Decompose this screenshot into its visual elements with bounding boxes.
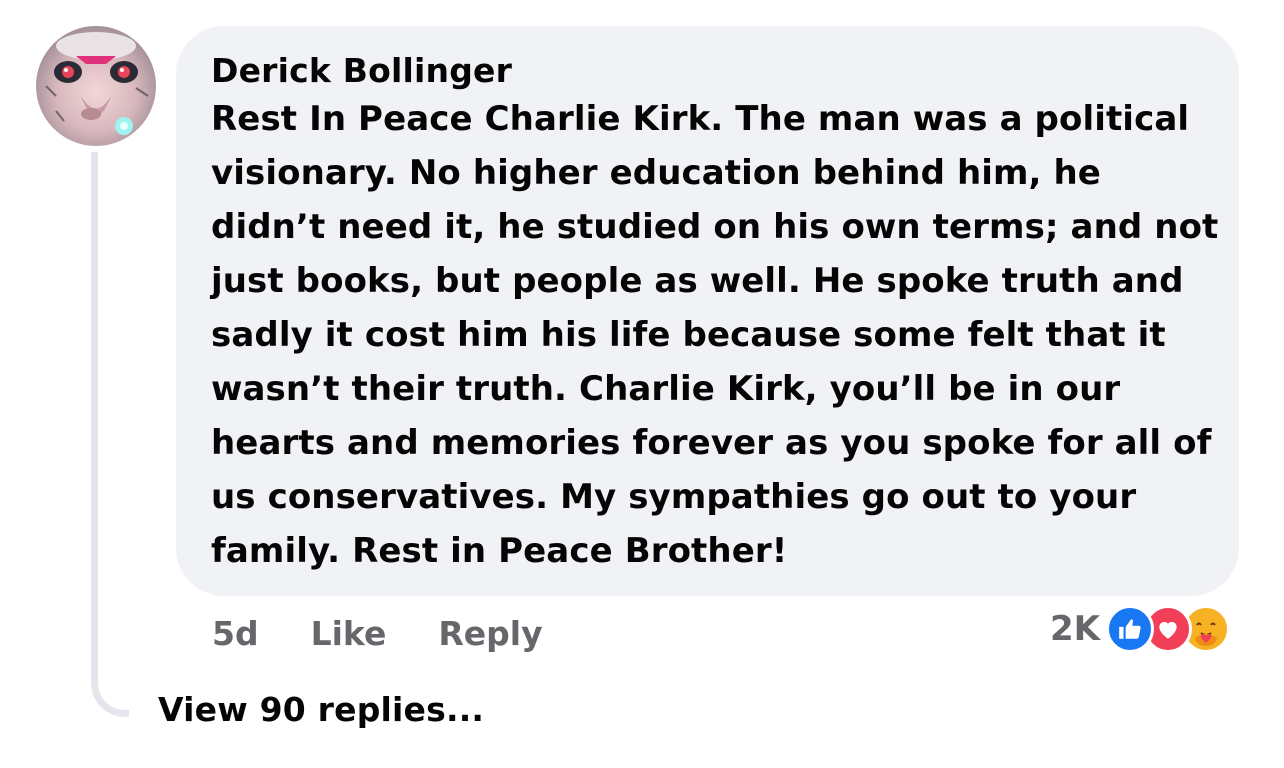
comment-author-name[interactable]: Derick Bollinger <box>211 50 1207 92</box>
reaction-count: 2K <box>1050 609 1101 649</box>
avatar[interactable] <box>36 26 156 146</box>
comment-timestamp[interactable]: 5d <box>212 614 259 653</box>
comment-actions: 5d Like Reply <box>212 608 543 658</box>
comment-body-text: Rest In Peace Charlie Kirk. The man was … <box>211 99 1219 571</box>
view-replies-link[interactable]: View 90 replies... <box>158 690 484 729</box>
comment-bubble: Derick Bollinger Rest In Peace Charlie K… <box>176 26 1239 596</box>
reaction-summary[interactable]: 2K <box>1050 603 1231 655</box>
like-button[interactable]: Like <box>311 614 387 653</box>
thread-connector-line <box>91 152 129 717</box>
reply-button[interactable]: Reply <box>438 614 542 653</box>
like-reaction-icon <box>1106 605 1155 653</box>
avatar-mask-image <box>45 32 149 135</box>
